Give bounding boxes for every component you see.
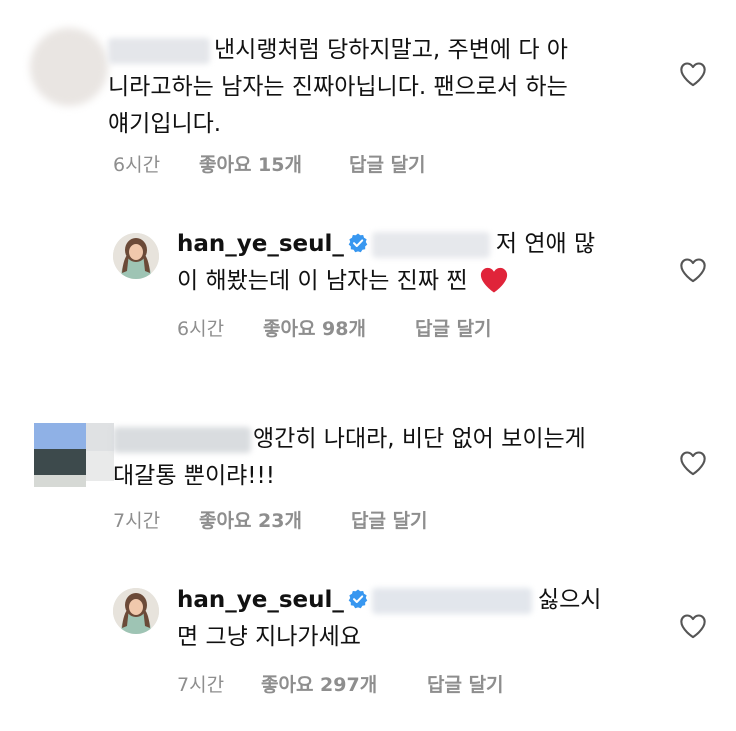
comment-text: 앵간히 나대라, 비단 없어 보이는게 대갈통 뿐이랴!!! bbox=[113, 426, 586, 489]
avatar[interactable] bbox=[113, 588, 159, 634]
pixel-block bbox=[34, 423, 86, 449]
reply-text: han_ye_seul_ 저 연애 많 이 해봤는데 이 남자는 진짜 찐 bbox=[177, 231, 596, 294]
timestamp: 6시간 bbox=[113, 154, 161, 176]
profile-photo bbox=[113, 233, 159, 279]
timestamp: 7시간 bbox=[177, 674, 225, 696]
blurred-mention[interactable] bbox=[371, 587, 532, 614]
reply-button[interactable]: 답글 달기 bbox=[351, 506, 428, 533]
reply-button[interactable]: 답글 달기 bbox=[415, 314, 492, 341]
heart-icon[interactable] bbox=[679, 61, 707, 87]
heart-icon[interactable] bbox=[679, 450, 707, 476]
blurred-username[interactable] bbox=[108, 37, 210, 64]
like-count[interactable]: 좋아요 15개 bbox=[199, 150, 302, 177]
verified-badge-icon bbox=[348, 589, 368, 609]
reply-text: han_ye_seul_ 싫으시 면 그냥 지나가세요 bbox=[177, 587, 602, 650]
like-count[interactable]: 좋아요 297개 bbox=[261, 670, 377, 697]
username[interactable]: han_ye_seul_ bbox=[177, 231, 344, 257]
timestamp: 7시간 bbox=[113, 510, 161, 532]
username[interactable]: han_ye_seul_ bbox=[177, 587, 344, 613]
pixel-block bbox=[34, 475, 86, 487]
avatar[interactable] bbox=[113, 233, 159, 279]
avatar-blurred[interactable] bbox=[30, 28, 108, 106]
verified-badge-icon bbox=[348, 233, 368, 253]
pixel-block bbox=[86, 423, 114, 451]
avatar-pixelated[interactable] bbox=[34, 423, 86, 487]
blurred-username[interactable] bbox=[113, 426, 251, 453]
reply-button[interactable]: 답글 달기 bbox=[427, 670, 504, 697]
pixel-block bbox=[34, 449, 86, 475]
heart-icon[interactable] bbox=[679, 613, 707, 639]
blurred-mention[interactable] bbox=[371, 231, 490, 258]
red-heart-emoji bbox=[480, 267, 507, 293]
timestamp: 6시간 bbox=[177, 318, 225, 340]
like-count[interactable]: 좋아요 98개 bbox=[263, 314, 366, 341]
reply-button[interactable]: 답글 달기 bbox=[349, 150, 426, 177]
comment-text: 낸시랭처럼 당하지말고, 주변에 다 아 니라고하는 남자는 진짜아닙니다. 팬… bbox=[108, 37, 568, 137]
like-count[interactable]: 좋아요 23개 bbox=[199, 506, 302, 533]
profile-photo bbox=[113, 588, 159, 634]
heart-icon[interactable] bbox=[679, 257, 707, 283]
pixel-block bbox=[86, 451, 114, 481]
